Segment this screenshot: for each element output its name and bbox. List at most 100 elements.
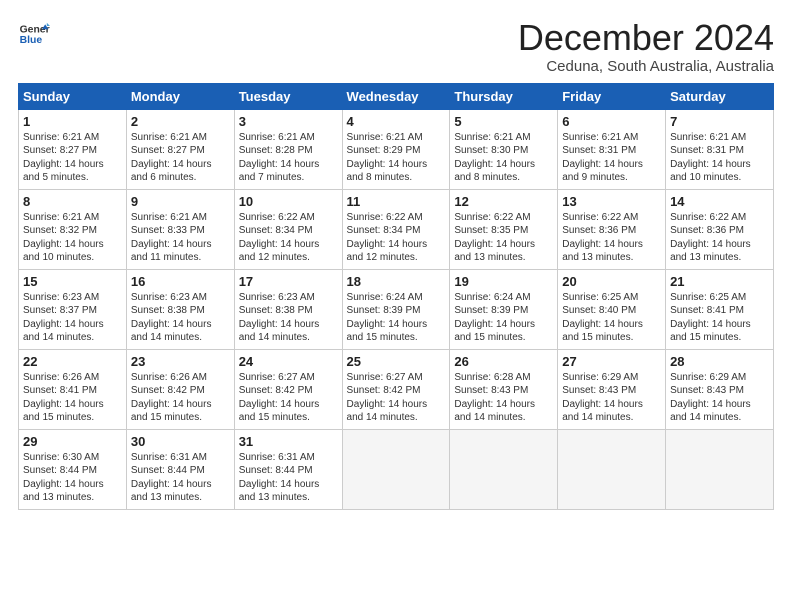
day-info: Sunrise: 6:21 AM Sunset: 8:29 PM Dayligh… [347, 131, 446, 185]
subtitle: Ceduna, South Australia, Australia [518, 58, 774, 75]
calendar-cell: 7 Sunrise: 6:21 AM Sunset: 8:31 PM Daylig… [666, 109, 774, 189]
day-info: Sunrise: 6:22 AM Sunset: 8:35 PM Dayligh… [454, 211, 553, 265]
day-info: Sunrise: 6:27 AM Sunset: 8:42 PM Dayligh… [347, 371, 446, 425]
day-number: 18 [347, 274, 446, 289]
calendar-cell [450, 429, 558, 509]
day-info: Sunrise: 6:21 AM Sunset: 8:30 PM Dayligh… [454, 131, 553, 185]
day-info: Sunrise: 6:21 AM Sunset: 8:31 PM Dayligh… [562, 131, 661, 185]
calendar-week-row: 1 Sunrise: 6:21 AM Sunset: 8:27 PM Daylig… [19, 109, 774, 189]
day-info: Sunrise: 6:25 AM Sunset: 8:41 PM Dayligh… [670, 291, 769, 345]
calendar-cell: 19 Sunrise: 6:24 AM Sunset: 8:39 PM Dayli… [450, 269, 558, 349]
day-number: 22 [23, 354, 122, 369]
day-number: 7 [670, 114, 769, 129]
calendar-cell: 1 Sunrise: 6:21 AM Sunset: 8:27 PM Daylig… [19, 109, 127, 189]
day-number: 20 [562, 274, 661, 289]
calendar-cell: 2 Sunrise: 6:21 AM Sunset: 8:27 PM Daylig… [126, 109, 234, 189]
day-number: 29 [23, 434, 122, 449]
calendar-cell: 22 Sunrise: 6:26 AM Sunset: 8:41 PM Dayli… [19, 349, 127, 429]
day-number: 13 [562, 194, 661, 209]
day-number: 31 [239, 434, 338, 449]
calendar-cell: 12 Sunrise: 6:22 AM Sunset: 8:35 PM Dayli… [450, 189, 558, 269]
day-number: 19 [454, 274, 553, 289]
calendar-cell: 5 Sunrise: 6:21 AM Sunset: 8:30 PM Daylig… [450, 109, 558, 189]
calendar-table: SundayMondayTuesdayWednesdayThursdayFrid… [18, 83, 774, 510]
svg-text:Blue: Blue [20, 35, 43, 46]
calendar-cell: 23Sunrise: 6:26 AM Sunset: 8:42 PM Dayli… [126, 349, 234, 429]
day-number: 2 [131, 114, 230, 129]
day-number: 10 [239, 194, 338, 209]
calendar-cell: 14 Sunrise: 6:22 AM Sunset: 8:36 PM Dayli… [666, 189, 774, 269]
header-day: Wednesday [342, 83, 450, 109]
day-info: Sunrise: 6:22 AM Sunset: 8:36 PM Dayligh… [562, 211, 661, 265]
header-row: SundayMondayTuesdayWednesdayThursdayFrid… [19, 83, 774, 109]
day-info: Sunrise: 6:25 AM Sunset: 8:40 PM Dayligh… [562, 291, 661, 345]
calendar-cell: 13 Sunrise: 6:22 AM Sunset: 8:36 PM Dayli… [558, 189, 666, 269]
day-number: 25 [347, 354, 446, 369]
calendar-cell: 27 Sunrise: 6:29 AM Sunset: 8:43 PM Dayli… [558, 349, 666, 429]
header-day: Sunday [19, 83, 127, 109]
day-number: 16 [131, 274, 230, 289]
calendar-week-row: 8 Sunrise: 6:21 AM Sunset: 8:32 PM Daylig… [19, 189, 774, 269]
month-title: December 2024 [518, 18, 774, 58]
logo: General Blue [18, 18, 50, 50]
calendar-cell: 11Sunrise: 6:22 AM Sunset: 8:34 PM Dayli… [342, 189, 450, 269]
day-number: 24 [239, 354, 338, 369]
calendar-cell: 20 Sunrise: 6:25 AM Sunset: 8:40 PM Dayli… [558, 269, 666, 349]
day-number: 26 [454, 354, 553, 369]
day-number: 9 [131, 194, 230, 209]
day-info: Sunrise: 6:27 AM Sunset: 8:42 PM Dayligh… [239, 371, 338, 425]
day-number: 21 [670, 274, 769, 289]
calendar-cell: 15 Sunrise: 6:23 AM Sunset: 8:37 PM Dayli… [19, 269, 127, 349]
day-number: 27 [562, 354, 661, 369]
calendar-cell: 4 Sunrise: 6:21 AM Sunset: 8:29 PM Daylig… [342, 109, 450, 189]
day-number: 11 [347, 194, 446, 209]
calendar-cell: 6Sunrise: 6:21 AM Sunset: 8:31 PM Daylig… [558, 109, 666, 189]
day-info: Sunrise: 6:21 AM Sunset: 8:28 PM Dayligh… [239, 131, 338, 185]
calendar-cell: 3 Sunrise: 6:21 AM Sunset: 8:28 PM Daylig… [234, 109, 342, 189]
calendar-week-row: 22 Sunrise: 6:26 AM Sunset: 8:41 PM Dayli… [19, 349, 774, 429]
calendar-cell: 8 Sunrise: 6:21 AM Sunset: 8:32 PM Daylig… [19, 189, 127, 269]
header-day: Thursday [450, 83, 558, 109]
calendar-cell: 10 Sunrise: 6:22 AM Sunset: 8:34 PM Dayli… [234, 189, 342, 269]
day-info: Sunrise: 6:29 AM Sunset: 8:43 PM Dayligh… [670, 371, 769, 425]
day-info: Sunrise: 6:26 AM Sunset: 8:41 PM Dayligh… [23, 371, 122, 425]
day-info: Sunrise: 6:22 AM Sunset: 8:34 PM Dayligh… [239, 211, 338, 265]
calendar-cell: 31Sunrise: 6:31 AM Sunset: 8:44 PM Dayli… [234, 429, 342, 509]
header-day: Tuesday [234, 83, 342, 109]
calendar-cell: 24 Sunrise: 6:27 AM Sunset: 8:42 PM Dayli… [234, 349, 342, 429]
day-info: Sunrise: 6:21 AM Sunset: 8:32 PM Dayligh… [23, 211, 122, 265]
header-day: Friday [558, 83, 666, 109]
day-number: 30 [131, 434, 230, 449]
day-number: 5 [454, 114, 553, 129]
calendar-cell: 21 Sunrise: 6:25 AM Sunset: 8:41 PM Dayli… [666, 269, 774, 349]
calendar-cell: 25 Sunrise: 6:27 AM Sunset: 8:42 PM Dayli… [342, 349, 450, 429]
day-number: 14 [670, 194, 769, 209]
day-info: Sunrise: 6:21 AM Sunset: 8:31 PM Dayligh… [670, 131, 769, 185]
day-info: Sunrise: 6:21 AM Sunset: 8:27 PM Dayligh… [23, 131, 122, 185]
day-number: 28 [670, 354, 769, 369]
header-day: Saturday [666, 83, 774, 109]
day-number: 8 [23, 194, 122, 209]
calendar-cell: 9Sunrise: 6:21 AM Sunset: 8:33 PM Daylig… [126, 189, 234, 269]
day-info: Sunrise: 6:21 AM Sunset: 8:27 PM Dayligh… [131, 131, 230, 185]
day-number: 12 [454, 194, 553, 209]
title-area: December 2024 Ceduna, South Australia, A… [518, 18, 774, 75]
day-info: Sunrise: 6:30 AM Sunset: 8:44 PM Dayligh… [23, 451, 122, 505]
day-info: Sunrise: 6:28 AM Sunset: 8:43 PM Dayligh… [454, 371, 553, 425]
day-number: 1 [23, 114, 122, 129]
day-info: Sunrise: 6:29 AM Sunset: 8:43 PM Dayligh… [562, 371, 661, 425]
day-info: Sunrise: 6:24 AM Sunset: 8:39 PM Dayligh… [454, 291, 553, 345]
calendar-cell: 17Sunrise: 6:23 AM Sunset: 8:38 PM Dayli… [234, 269, 342, 349]
day-number: 15 [23, 274, 122, 289]
day-info: Sunrise: 6:22 AM Sunset: 8:36 PM Dayligh… [670, 211, 769, 265]
calendar-cell [666, 429, 774, 509]
day-number: 4 [347, 114, 446, 129]
day-number: 3 [239, 114, 338, 129]
calendar-week-row: 29 Sunrise: 6:30 AM Sunset: 8:44 PM Dayli… [19, 429, 774, 509]
calendar-cell: 16 Sunrise: 6:23 AM Sunset: 8:38 PM Dayli… [126, 269, 234, 349]
calendar-week-row: 15 Sunrise: 6:23 AM Sunset: 8:37 PM Dayli… [19, 269, 774, 349]
day-info: Sunrise: 6:23 AM Sunset: 8:38 PM Dayligh… [131, 291, 230, 345]
day-info: Sunrise: 6:23 AM Sunset: 8:37 PM Dayligh… [23, 291, 122, 345]
calendar-cell [342, 429, 450, 509]
day-info: Sunrise: 6:23 AM Sunset: 8:38 PM Dayligh… [239, 291, 338, 345]
